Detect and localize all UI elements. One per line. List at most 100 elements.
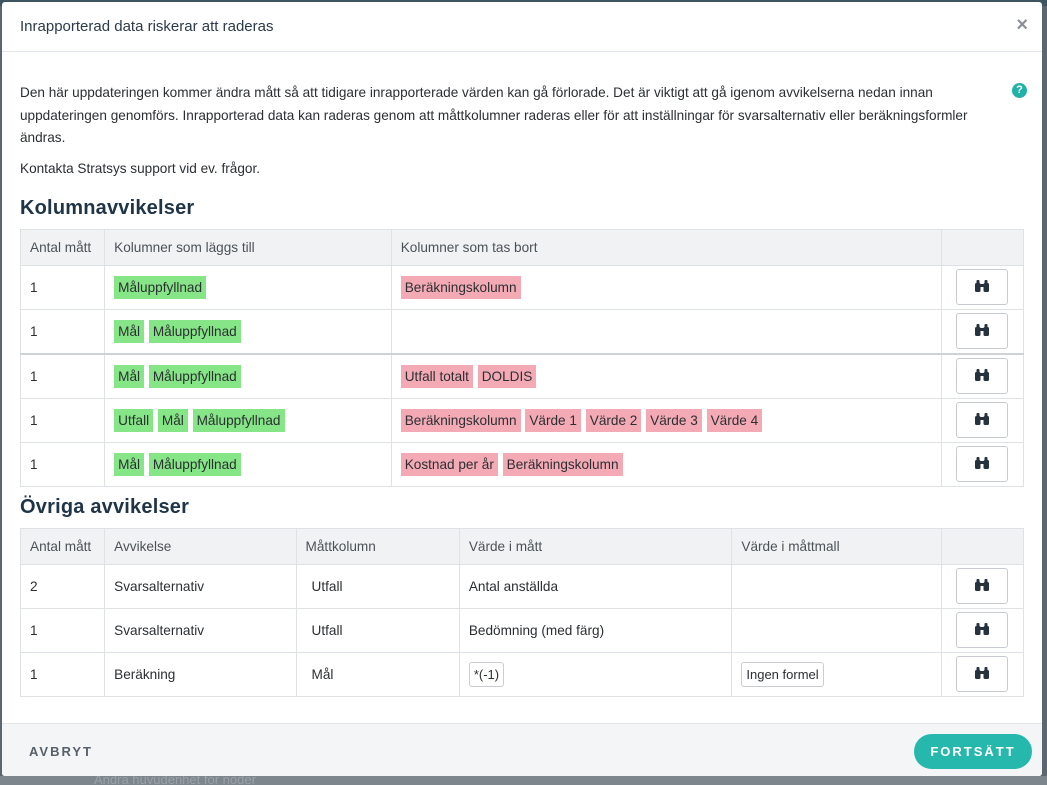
count-cell: 1 (19, 441, 106, 487)
other-deviations-table: Antal mått Avvikelse Måttkolumn Värde i … (19, 527, 1025, 697)
added-column-tag: Mål (114, 364, 145, 388)
header-added: Kolumner som läggs till (104, 228, 392, 266)
dialog-header: Inrapporterad data riskerar att raderas … (2, 2, 1042, 52)
added-column-tag: Måluppfyllnad (114, 275, 207, 299)
count-cell: 1 (19, 651, 106, 697)
added-column-tag: Mål (157, 408, 188, 432)
cancel-button[interactable]: AVBRYT (29, 744, 93, 759)
inspect-button[interactable] (956, 313, 1009, 349)
dialog-body: ? Den här uppdateringen kommer ändra måt… (19, 52, 1027, 697)
value-in-measure-cell: Bedömning (med färg) (458, 607, 733, 653)
inspect-button[interactable] (956, 656, 1009, 692)
count-cell: 2 (19, 563, 106, 609)
actions-cell (940, 308, 1025, 354)
added-column-tag: Måluppfyllnad (148, 364, 241, 388)
binoculars-glyph (975, 323, 990, 336)
binoculars-glyph (975, 368, 990, 381)
removed-columns-cell: Kostnad per år Beräkningskolumn (390, 441, 942, 487)
help-circle-icon[interactable]: ? (1012, 83, 1027, 98)
table-row: 1 Mål Måluppfyllnad Utfall totalt DOLDIS (19, 352, 1025, 399)
deviation-cell: Beräkning (104, 651, 297, 697)
header-measure-column: Måttkolumn (295, 527, 460, 565)
header-value-in-template: Värde i måttmall (731, 527, 942, 565)
other-deviations-heading: Övriga avvikelser (20, 495, 190, 518)
binoculars-icon (974, 456, 990, 473)
inspect-button[interactable] (956, 269, 1009, 305)
contact-text: Kontakta Stratsys support vid ev. frågor… (20, 160, 261, 176)
table-row: 1 Beräkning Mål *(-1) Ingen formel (19, 651, 1025, 697)
added-column-tag: Måluppfyllnad (192, 408, 285, 432)
table-row: 1 Måluppfyllnad Beräkningskolumn (19, 264, 1025, 310)
added-column-tag: Mål (114, 452, 145, 476)
added-column-tag: Måluppfyllnad (148, 319, 241, 343)
header-count: Antal mått (19, 527, 106, 565)
binoculars-glyph (975, 412, 990, 425)
binoculars-icon (974, 578, 990, 595)
measure-column-cell: Mål (295, 651, 460, 697)
added-columns-cell: Måluppfyllnad (104, 264, 392, 310)
binoculars-icon (974, 622, 990, 639)
measure-column-cell: Utfall (295, 563, 460, 609)
deviation-cell: Svarsalternativ (104, 563, 297, 609)
actions-cell (940, 441, 1025, 487)
added-column-tag: Mål (114, 319, 145, 343)
deviation-cell: Svarsalternativ (104, 607, 297, 653)
measure-column-cell: Utfall (295, 607, 460, 653)
measure-column-label: Utfall (311, 622, 343, 638)
removed-column-tag: Beräkningskolumn (400, 275, 521, 299)
removed-column-tag: Värde 1 (525, 408, 581, 432)
table-row: 1 Mål Måluppfyllnad (19, 308, 1025, 354)
actions-cell (940, 563, 1025, 609)
value-in-template-cell (731, 607, 942, 653)
binoculars-icon (974, 279, 990, 296)
dialog-title: Inrapporterad data riskerar att raderas (20, 18, 274, 35)
count-cell: 1 (19, 607, 106, 653)
actions-cell (940, 607, 1025, 653)
inspect-button[interactable] (956, 358, 1009, 394)
inspect-button[interactable] (956, 568, 1009, 604)
removed-columns-cell: Beräkningskolumn (390, 264, 942, 310)
column-deviations-heading: Kolumnavvikelser (20, 196, 195, 219)
table-row: 1 Mål Måluppfyllnad Kostnad per år Beräkn… (19, 441, 1025, 487)
binoculars-icon (974, 323, 990, 340)
removed-columns-cell (390, 308, 942, 354)
binoculars-icon (974, 666, 990, 683)
value-in-measure-cell: *(-1) (458, 651, 733, 697)
binoculars-glyph (975, 622, 990, 635)
intro-text: Den här uppdateringen kommer ändra mått … (20, 85, 968, 145)
added-columns-cell: Mål Måluppfyllnad (104, 308, 392, 354)
removed-column-tag: DOLDIS (477, 364, 537, 388)
binoculars-glyph (975, 279, 990, 292)
removed-column-tag: Utfall totalt (400, 364, 473, 388)
header-count: Antal mått (19, 228, 106, 266)
removed-column-tag: Värde 3 (646, 408, 702, 432)
count-cell: 1 (19, 397, 106, 443)
table-row: 2 Svarsalternativ Utfall Antal anställda (19, 563, 1025, 609)
inspect-button[interactable] (956, 402, 1009, 438)
table-row: 1 Utfall Mål Måluppfyllnad Beräkningskolu… (19, 397, 1025, 443)
deviation-dialog: Inrapporterad data riskerar att raderas … (2, 2, 1042, 776)
header-actions (940, 228, 1025, 266)
binoculars-glyph (975, 666, 990, 679)
value-chip: *(-1) (468, 661, 505, 687)
removed-column-tag: Värde 2 (585, 408, 642, 432)
count-cell: 1 (19, 264, 106, 310)
added-column-tag: Utfall (114, 408, 154, 432)
close-icon[interactable]: × (1016, 14, 1028, 36)
binoculars-glyph (975, 578, 990, 591)
added-columns-cell: Mål Måluppfyllnad (104, 441, 392, 487)
actions-cell (940, 352, 1025, 399)
continue-button[interactable]: FORTSÄTT (914, 734, 1032, 769)
dialog-footer: AVBRYT FORTSÄTT (2, 723, 1042, 776)
template-value-chip: Ingen formel (741, 661, 824, 687)
inspect-button[interactable] (956, 446, 1009, 482)
header-actions (940, 527, 1025, 565)
value-in-template-cell: Ingen formel (731, 651, 942, 697)
table-header-row: Antal mått Kolumner som läggs till Kolum… (19, 228, 1025, 266)
removed-column-tag: Kostnad per år (400, 452, 498, 476)
removed-column-tag: Värde 4 (706, 408, 763, 432)
header-removed: Kolumner som tas bort (390, 228, 942, 266)
inspect-button[interactable] (956, 612, 1009, 648)
added-column-tag: Måluppfyllnad (148, 452, 241, 476)
actions-cell (940, 651, 1025, 697)
